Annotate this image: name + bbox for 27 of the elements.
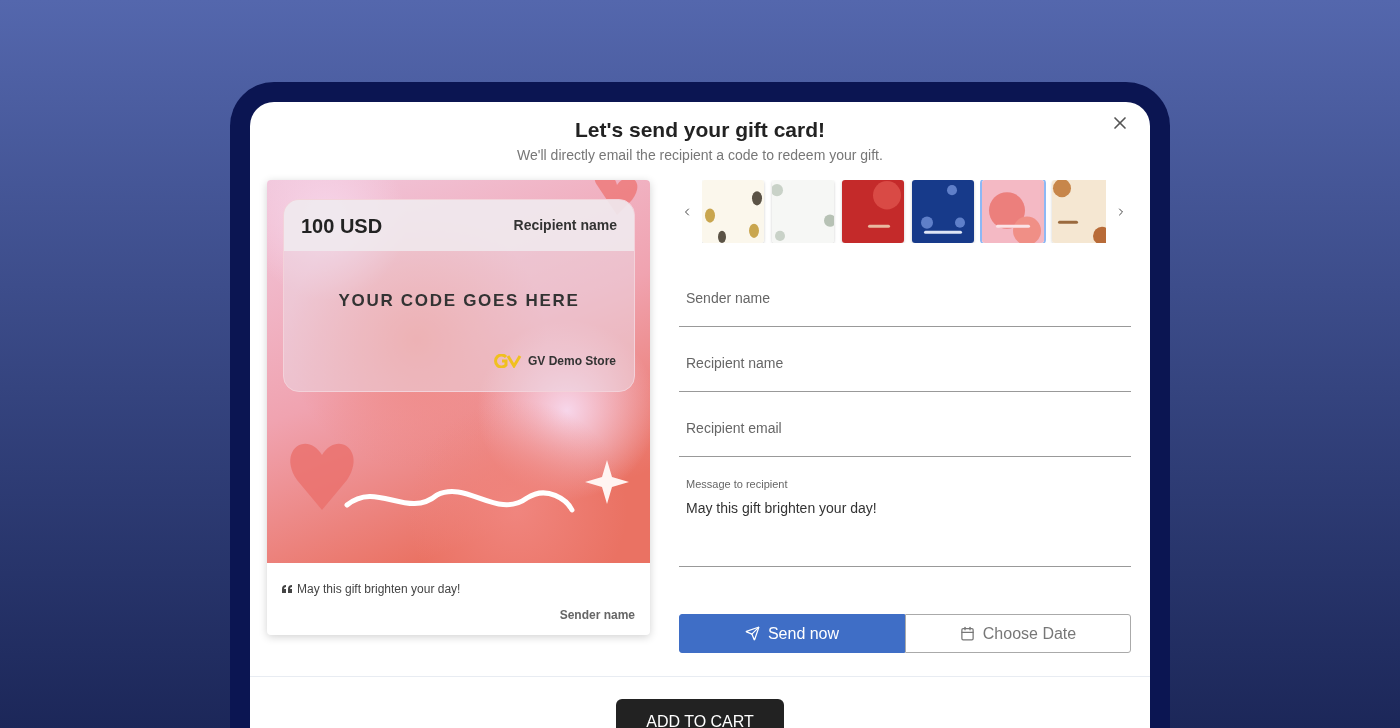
template-thumbnail[interactable] xyxy=(842,180,904,243)
store-name: GV Demo Store xyxy=(527,353,616,370)
calendar-icon xyxy=(959,626,975,641)
text-field[interactable]: Sender name xyxy=(679,262,1131,327)
recipient-name: Recipient name xyxy=(513,216,617,235)
gift-code: YOUR CODE GOES HERE xyxy=(338,290,580,312)
text-field[interactable]: Recipient email xyxy=(679,392,1131,457)
paper-plane-icon xyxy=(744,626,760,641)
message-text: May this gift brighten your day! xyxy=(686,498,878,518)
template-thumbnail[interactable] xyxy=(912,180,974,243)
gift-amount: 100 USD xyxy=(301,213,383,239)
template-thumbnail[interactable] xyxy=(702,180,764,243)
message-field[interactable]: Message to recipient May this gift brighten your day! xyxy=(679,457,1131,567)
send-now-button[interactable]: Send now xyxy=(679,614,905,653)
text-field[interactable]: Recipient name xyxy=(679,327,1131,392)
quote-icon xyxy=(282,585,293,593)
template-thumbnail[interactable] xyxy=(982,180,1044,243)
template-thumbnail[interactable] xyxy=(772,180,834,243)
store-logo-icon xyxy=(493,354,522,368)
dialog-title: Let's send your gift card! xyxy=(575,117,825,143)
template-thumbnail[interactable] xyxy=(1052,180,1106,243)
message-preview: May this gift brighten your day! xyxy=(297,581,461,598)
dialog-subtitle: We'll directly email the recipient a code to redeem your gift. xyxy=(517,146,883,165)
message-label: Message to recipient xyxy=(686,477,789,492)
add-to-cart-button[interactable]: ADD TO CART xyxy=(616,699,784,728)
choose-date-button[interactable]: Choose Date xyxy=(905,614,1131,653)
sender-name: Sender name xyxy=(559,607,635,624)
